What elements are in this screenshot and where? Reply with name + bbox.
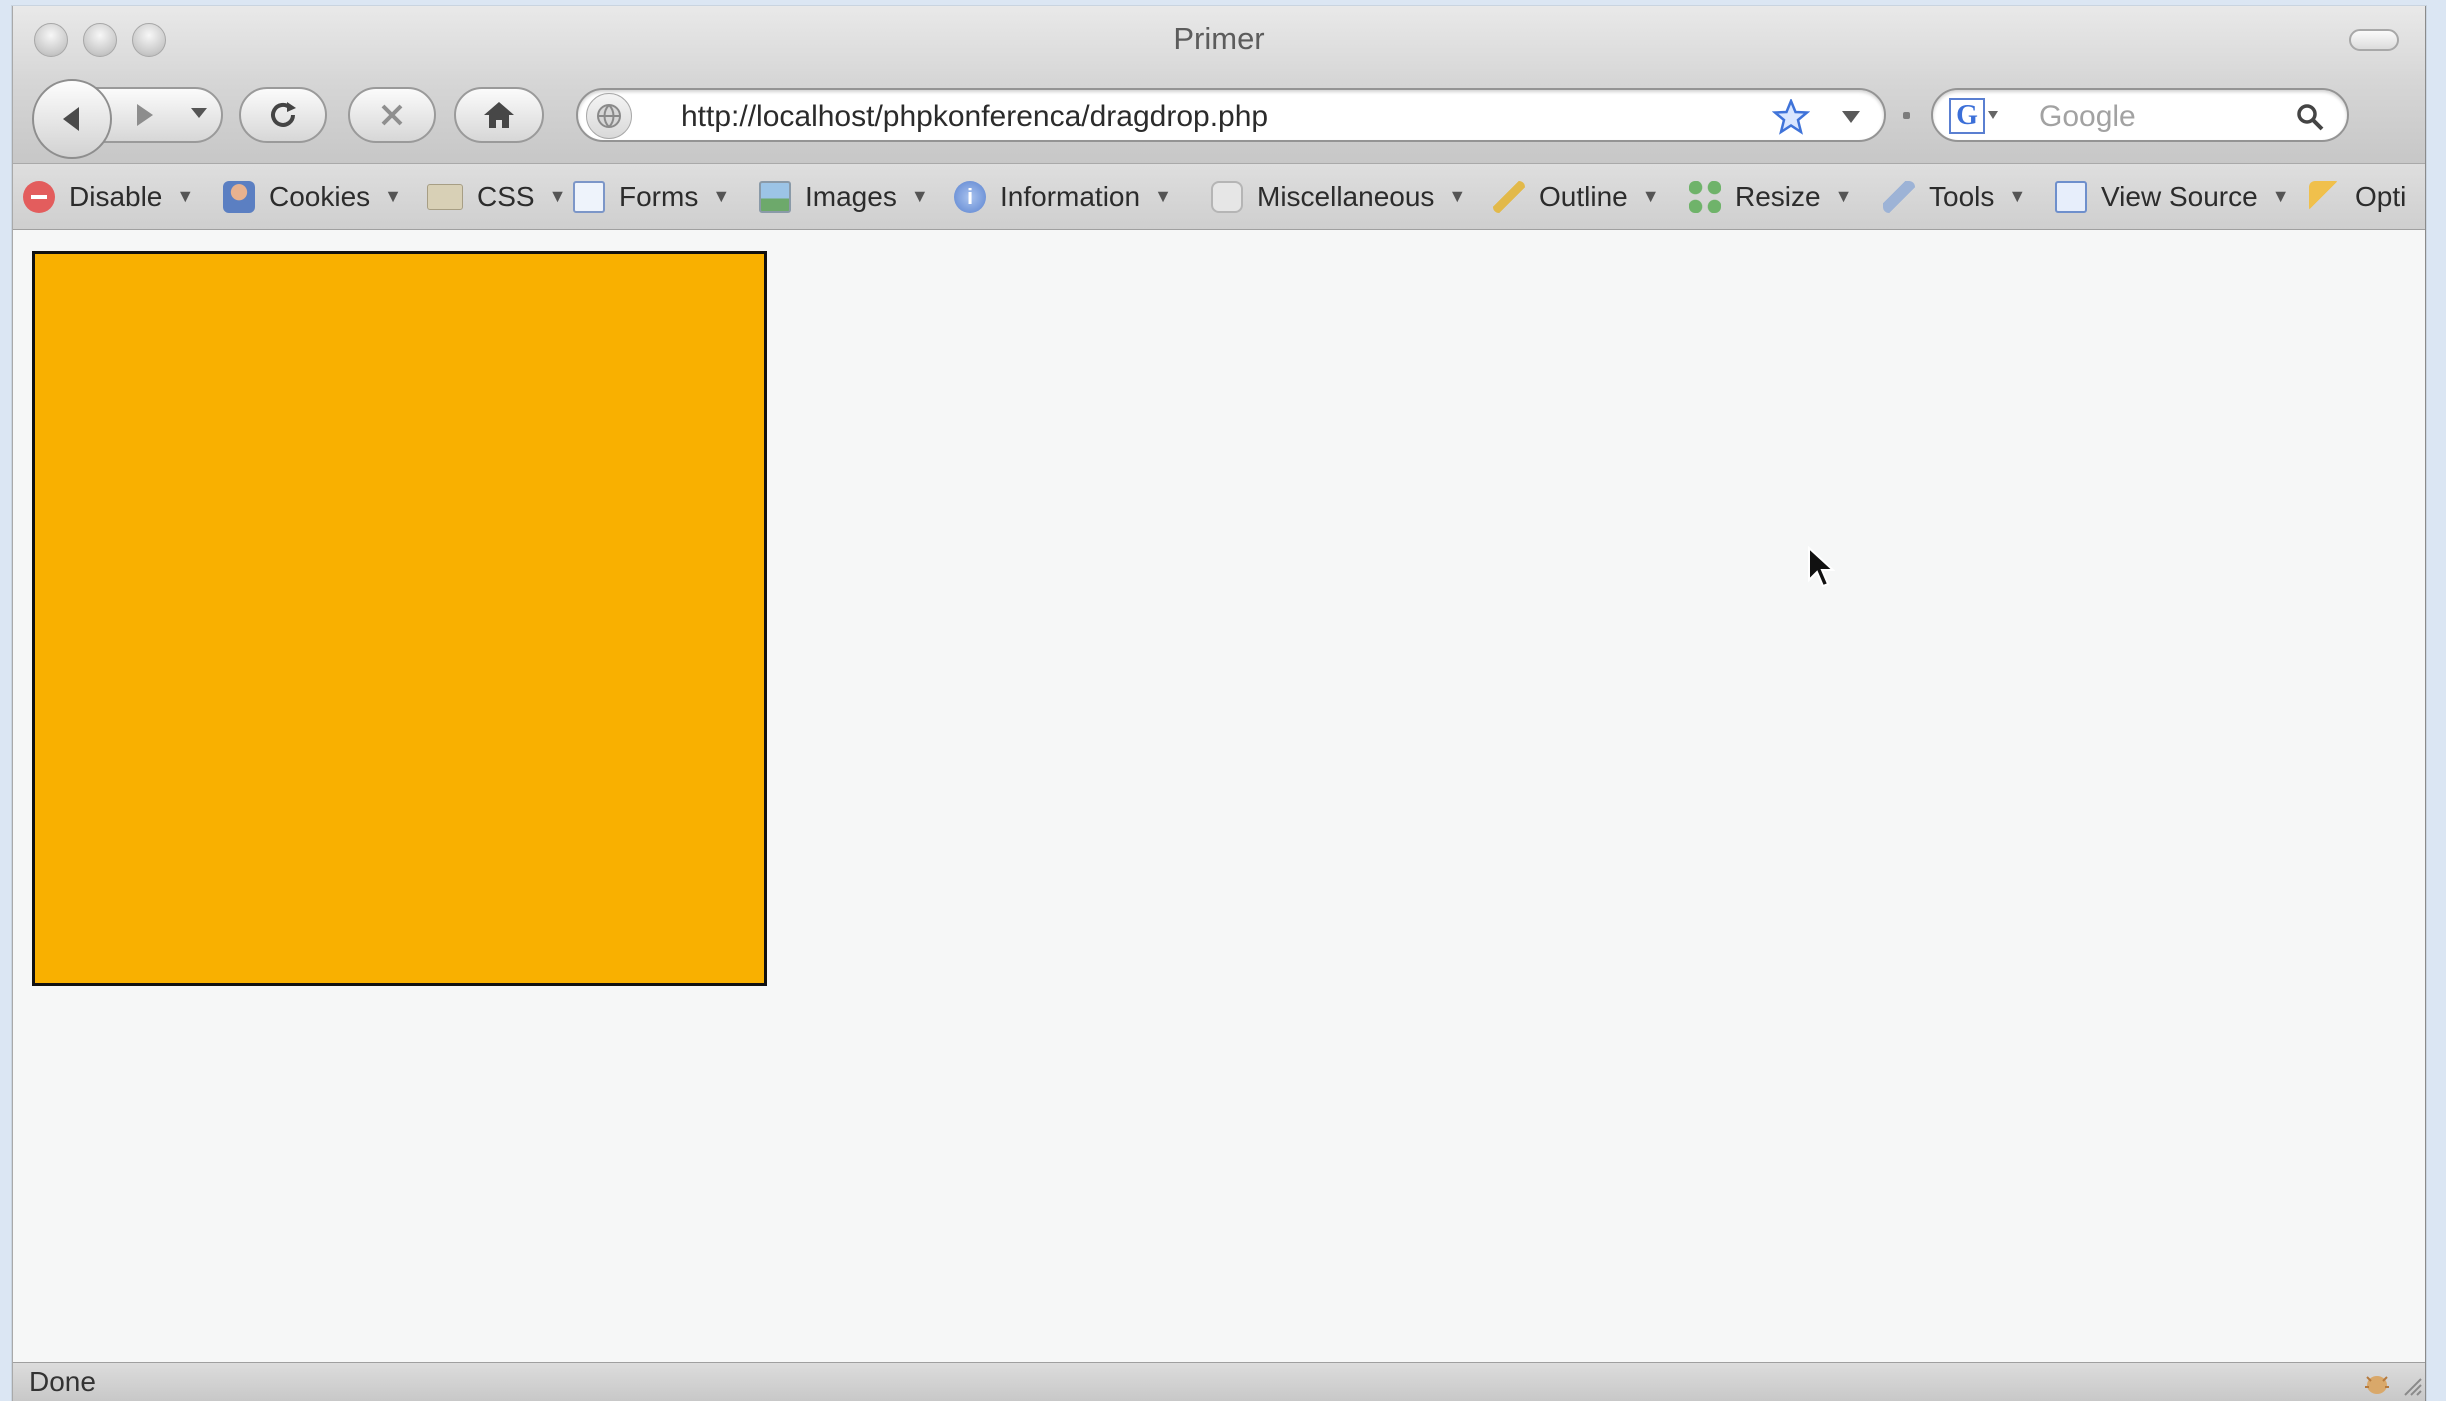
navigation-bar: http://localhost/phpkonferenca/dragdrop.…: [13, 71, 2425, 164]
forward-button[interactable]: [131, 101, 159, 134]
chevron-down-icon: ▼: [1154, 186, 1172, 206]
back-button[interactable]: [32, 79, 112, 159]
forms-icon: [573, 180, 605, 213]
firebug-icon[interactable]: [2361, 1367, 2393, 1397]
draggable-box[interactable]: [32, 251, 767, 986]
reload-button[interactable]: [239, 87, 327, 143]
view-source-icon: [2055, 180, 2087, 213]
toolbar-item-label: View Source: [2101, 180, 2258, 212]
toolbar-item-label: Outline: [1539, 180, 1628, 212]
images-icon: [759, 180, 791, 213]
toolbar-item-label: Images: [805, 180, 897, 212]
toolbar-item-label: Tools: [1929, 180, 1995, 212]
toolbar-item-label: Resize: [1735, 180, 1821, 212]
information-icon: i: [954, 180, 986, 213]
chevron-down-icon: ▼: [2008, 186, 2027, 206]
toolbar-item-outline[interactable]: Outline ▼: [1493, 164, 1660, 229]
toolbar-item-disable[interactable]: Disable ▼: [23, 164, 194, 229]
search-icon[interactable]: [2295, 102, 2325, 132]
history-dropdown-button[interactable]: [190, 106, 208, 125]
toolbar-item-images[interactable]: Images ▼: [759, 164, 929, 229]
toolbar-item-label: Cookies: [269, 180, 371, 212]
toolbar-item-label: Information: [1000, 180, 1141, 212]
reload-icon: [271, 102, 296, 127]
forward-arrow-icon: [137, 104, 153, 126]
resize-grip-icon[interactable]: [2399, 1373, 2423, 1397]
status-bar: Done: [13, 1362, 2425, 1401]
toolbar-item-options[interactable]: Opti: [2309, 164, 2406, 229]
stop-button[interactable]: [348, 87, 436, 143]
chevron-down-icon: ▼: [712, 186, 731, 206]
back-arrow-icon: [63, 107, 79, 131]
disable-icon: [23, 180, 55, 213]
cookies-icon: [223, 180, 255, 213]
chevron-down-icon: ▼: [1834, 186, 1853, 206]
bookmark-star-icon[interactable]: [1772, 99, 1810, 135]
search-engine-selector[interactable]: G: [1943, 96, 2001, 136]
toolbar-item-forms[interactable]: Forms ▼: [573, 164, 730, 229]
options-icon: [2309, 180, 2341, 213]
home-button[interactable]: [454, 87, 544, 143]
css-icon: [427, 183, 463, 210]
toolbar-item-label: Forms: [619, 180, 699, 212]
chevron-down-icon: ▼: [2271, 186, 2290, 206]
toolbar-item-view-source[interactable]: View Source ▼: [2055, 164, 2290, 229]
title-bar: Primer: [13, 6, 2425, 71]
url-dropdown-icon[interactable]: [1840, 109, 1862, 125]
google-g-icon: G: [1949, 98, 1985, 134]
search-bar[interactable]: G Google: [1931, 88, 2349, 142]
home-icon: [484, 102, 514, 128]
globe-icon: [597, 104, 621, 128]
toolbar-item-resize[interactable]: Resize ▼: [1689, 164, 1852, 229]
url-text[interactable]: http://localhost/phpkonferenca/dragdrop.…: [681, 100, 1268, 134]
toolbar-separator: [1903, 112, 1910, 119]
browser-window: Primer http://localhost/phpkonferenca/dr…: [12, 6, 2426, 1401]
url-bar[interactable]: http://localhost/phpkonferenca/dragdrop.…: [576, 88, 1886, 142]
mouse-cursor-icon: [1808, 546, 1835, 588]
window-title: Primer: [1173, 21, 1265, 56]
chevron-down-icon: ▼: [176, 186, 195, 206]
toolbar-item-css[interactable]: CSS ▼: [427, 164, 566, 229]
chevron-down-icon: ▼: [1641, 186, 1660, 206]
page-content: [13, 230, 2425, 1368]
chevron-down-icon: ▼: [384, 186, 402, 206]
outline-icon: [1493, 180, 1525, 213]
web-developer-toolbar: Disable ▼ Cookies ▼ CSS ▼ Forms ▼ Images ▼ i …: [13, 164, 2425, 230]
tools-icon: [1883, 180, 1915, 213]
chevron-down-icon: [1988, 111, 1998, 119]
chevron-down-icon: ▼: [1448, 186, 1467, 206]
search-input[interactable]: Google: [2039, 100, 2136, 134]
toolbar-toggle-button[interactable]: [2349, 29, 2399, 51]
toolbar-item-miscellaneous[interactable]: Miscellaneous ▼: [1211, 164, 1466, 229]
chevron-down-icon: ▼: [548, 186, 567, 206]
toolbar-item-information[interactable]: i Information ▼: [954, 164, 1172, 229]
chevron-down-icon: [191, 108, 207, 118]
site-identity-button[interactable]: [586, 93, 632, 139]
toolbar-item-label: Disable: [69, 180, 163, 212]
resize-icon: [1689, 180, 1721, 213]
miscellaneous-icon: [1211, 180, 1243, 213]
toolbar-item-label: Miscellaneous: [1257, 180, 1435, 212]
stop-icon: [381, 104, 403, 126]
toolbar-item-tools[interactable]: Tools ▼: [1883, 164, 2026, 229]
chevron-down-icon: ▼: [910, 186, 929, 206]
toolbar-item-label: CSS: [477, 180, 535, 212]
toolbar-item-label: Opti: [2355, 180, 2407, 212]
status-text: Done: [29, 1366, 96, 1397]
toolbar-item-cookies[interactable]: Cookies ▼: [223, 164, 402, 229]
